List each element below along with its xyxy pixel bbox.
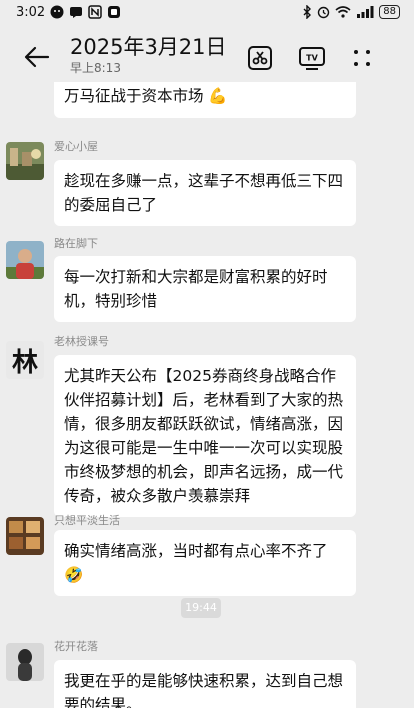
title-block: 2025年3月21日 早上8:13 [70, 34, 227, 76]
message-notification-icon [69, 5, 83, 19]
status-bar: 3:02 88 [0, 0, 414, 24]
sender-name: 花开花落 [54, 640, 98, 653]
status-time: 3:02 [16, 4, 46, 20]
time-divider: 19:44 [181, 598, 221, 618]
scissors-icon [248, 46, 272, 70]
message-bubble[interactable]: 万马征战于资本市场 💪 [54, 82, 356, 118]
signal-icon [356, 6, 374, 18]
cast-button[interactable]: TV [298, 44, 326, 72]
message-bubble[interactable]: 我更在乎的是能够快速积累，达到自己想要的结果。 [54, 660, 356, 708]
svg-text:TV: TV [306, 54, 318, 63]
avatar-text: 林 [11, 347, 38, 378]
wifi-icon [335, 6, 351, 18]
avatar[interactable]: 林 [6, 341, 44, 379]
message-bubble[interactable]: 趁现在多赚一点，这辈子不想再低三下四的委屈自己了 [54, 160, 356, 226]
back-button[interactable] [24, 46, 52, 70]
more-icon [354, 50, 370, 66]
page-title: 2025年3月21日 [70, 35, 227, 59]
status-right: 88 [302, 5, 400, 19]
page-subtitle: 早上8:13 [70, 61, 121, 75]
back-arrow-icon [24, 46, 50, 68]
avatar[interactable] [6, 241, 44, 279]
avatar[interactable] [6, 142, 44, 180]
app-notification-icon [107, 5, 121, 19]
status-left: 3:02 [16, 5, 121, 20]
bluetooth-icon [302, 5, 312, 19]
message-bubble[interactable]: 尤其昨天公布【2025券商终身战略合作伙伴招募计划】后，老林看到了大家的热情，很… [54, 355, 356, 517]
alarm-icon [317, 5, 330, 19]
more-button[interactable] [348, 44, 376, 72]
avatar[interactable] [6, 643, 44, 681]
sender-name: 只想平淡生活 [54, 514, 120, 527]
avatar[interactable] [6, 517, 44, 555]
nfc-icon [88, 5, 102, 19]
message-bubble[interactable]: 每一次打新和大宗都是财富积累的好时机，特别珍惜 [54, 256, 356, 322]
chat-area[interactable]: 万马征战于资本市场 💪 爱心小屋 趁现在多赚一点，这辈子不想再低三下四的委屈自己… [0, 82, 414, 708]
chat-header: 2025年3月21日 早上8:13 TV [0, 24, 414, 82]
message-bubble[interactable]: 确实情绪高涨，当时都有点心率不齐了🤣 [54, 530, 356, 596]
battery-indicator: 88 [379, 5, 400, 19]
sender-name: 老林授课号 [54, 335, 109, 348]
sender-name: 路在脚下 [54, 237, 98, 250]
wechat-notification-icon [50, 5, 64, 19]
tv-icon: TV [299, 47, 325, 70]
clip-button[interactable] [246, 44, 274, 72]
sender-name: 爱心小屋 [54, 140, 98, 153]
